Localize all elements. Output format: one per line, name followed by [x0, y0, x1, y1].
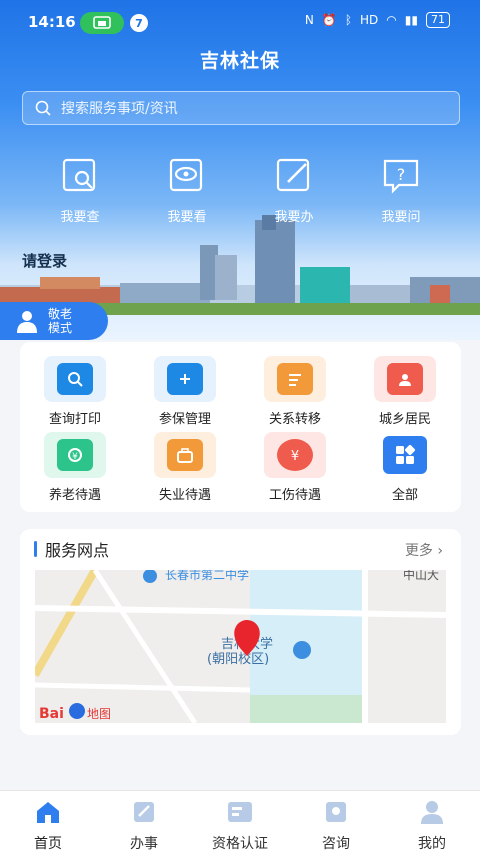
section-accent-bar: [34, 541, 37, 557]
service-urban-rural-residents[interactable]: 城乡居民: [360, 356, 450, 427]
consult-book-icon: [326, 802, 346, 822]
quick-action-ask[interactable]: ? 我要问: [361, 158, 441, 225]
quick-action-query[interactable]: 我要查: [40, 158, 120, 225]
service-query-print[interactable]: 查询打印: [30, 356, 120, 427]
service-pension[interactable]: ¥ 养老待遇: [30, 432, 120, 503]
all-grid-icon: [383, 436, 427, 474]
more-link[interactable]: 更多 ›: [405, 540, 443, 560]
map-view[interactable]: 长春市第二中学 中山大 吉林大学 (朝阳校区) Bai 地图: [35, 570, 446, 723]
eye-doc-icon: [169, 158, 203, 192]
elder-mode-button[interactable]: 敬老 模式: [0, 302, 108, 340]
service-label: 查询打印: [48, 412, 101, 427]
injury-yuan-icon: ¥: [277, 439, 313, 471]
search-icon: [35, 100, 51, 116]
map-road-label: 中山大: [403, 570, 439, 582]
svg-text:?: ?: [397, 165, 406, 184]
more-label: 更多: [404, 543, 433, 559]
transfer-doc-icon: [277, 363, 313, 395]
map-place-label: 长春市第二中学: [165, 570, 249, 582]
service-points-header: 服务网点: [34, 539, 110, 560]
tab-label: 办事: [130, 836, 158, 852]
chevron-right-icon: ›: [437, 543, 443, 559]
bluetooth-icon: ᛒ: [344, 13, 353, 27]
search-placeholder: 搜索服务事项/资讯: [61, 101, 178, 117]
alarm-icon: ⏰: [321, 13, 337, 27]
question-chat-icon: ?: [383, 159, 419, 194]
service-label: 养老待遇: [48, 488, 101, 503]
svg-text:¥: ¥: [291, 449, 299, 464]
service-label: 失业待遇: [158, 488, 211, 503]
tab-profile[interactable]: 我的: [384, 799, 480, 853]
notification-badge: 7: [130, 14, 148, 32]
quick-action-view[interactable]: 我要看: [147, 158, 227, 225]
service-label: 参保管理: [158, 412, 211, 427]
tab-label: 首页: [34, 836, 62, 852]
map-image: 长春市第二中学 中山大 吉林大学 (朝阳校区) Bai 地图: [35, 570, 446, 723]
tab-consult[interactable]: 咨询: [288, 799, 384, 853]
service-label: 全部: [391, 488, 418, 503]
hd-icon: HD: [360, 13, 379, 27]
quick-action-handle[interactable]: 我要办: [254, 158, 334, 225]
tab-label: 我的: [418, 836, 446, 852]
section-title: 服务网点: [45, 541, 110, 560]
shield-plus-icon: [167, 363, 203, 395]
certificate-icon: [228, 802, 252, 822]
profile-icon: [421, 801, 443, 824]
bottom-tab-bar: 首页 办事 资格认证 咨询 我的: [0, 790, 480, 853]
search-doc-icon: [62, 158, 96, 192]
service-relation-transfer[interactable]: 关系转移: [250, 356, 340, 427]
service-unemployment[interactable]: 失业待遇: [140, 432, 230, 503]
elder-person-icon: [17, 311, 37, 333]
service-work-injury[interactable]: ¥ 工伤待遇: [250, 432, 340, 503]
elder-mode-label: 敬老: [48, 307, 73, 321]
svg-text:¥: ¥: [72, 452, 78, 462]
service-points-card: 服务网点 更多 › 长春市第二中学 中山大 吉林大学 (朝阳校区) Bai 地图: [20, 529, 461, 735]
service-label: 关系转移: [268, 412, 321, 427]
city-skyline-image: [0, 215, 480, 315]
baidu-logo: Bai: [39, 706, 64, 722]
map-campus-label: (朝阳校区): [207, 651, 269, 667]
login-prompt[interactable]: 请登录: [22, 250, 67, 271]
quick-action-label: 我要问: [381, 210, 421, 225]
quick-action-label: 我要查: [60, 210, 100, 225]
map-provider-label: 地图: [87, 707, 111, 721]
signal-icon: ▮▮: [404, 13, 418, 27]
pencil-task-icon: [134, 802, 154, 822]
status-bar: 14:16 7 N ⏰ ᛒ HD ◠ ▮▮ 71: [0, 0, 480, 44]
service-insurance-management[interactable]: 参保管理: [140, 356, 230, 427]
unemployment-bag-icon: [167, 439, 203, 471]
tab-label: 咨询: [322, 836, 350, 852]
tab-home[interactable]: 首页: [0, 799, 96, 853]
service-all[interactable]: 全部: [360, 432, 450, 503]
status-icons: N ⏰ ᛒ HD ◠ ▮▮ 71: [305, 12, 450, 28]
quick-action-label: 我要办: [274, 210, 314, 225]
service-label: 城乡居民: [378, 412, 431, 427]
service-label: 工伤待遇: [268, 488, 321, 503]
tab-qualification[interactable]: 资格认证: [192, 799, 288, 853]
edit-doc-icon: [276, 158, 310, 192]
tab-label: 资格认证: [212, 836, 268, 852]
search-input[interactable]: 搜索服务事项/资讯: [22, 91, 460, 125]
pension-icon: ¥: [57, 439, 93, 471]
baidu-paw-icon: [69, 703, 85, 719]
battery-indicator: 71: [426, 12, 450, 28]
wifi-icon: ◠: [386, 13, 397, 27]
status-time: 14:16: [28, 13, 76, 31]
page-title: 吉林社保: [199, 50, 280, 72]
resident-doc-icon: [387, 363, 423, 395]
quick-action-label: 我要看: [167, 210, 207, 225]
nfc-icon: N: [304, 13, 314, 27]
cast-icon: [80, 12, 124, 34]
elder-mode-label: 模式: [48, 321, 73, 335]
home-icon: [37, 802, 59, 823]
service-grid: 查询打印 参保管理 关系转移 城乡居民 ¥ 养老待遇 失业待遇 ¥ 工伤待遇 全…: [20, 342, 461, 512]
search-print-icon: [57, 363, 93, 395]
tab-tasks[interactable]: 办事: [96, 799, 192, 853]
